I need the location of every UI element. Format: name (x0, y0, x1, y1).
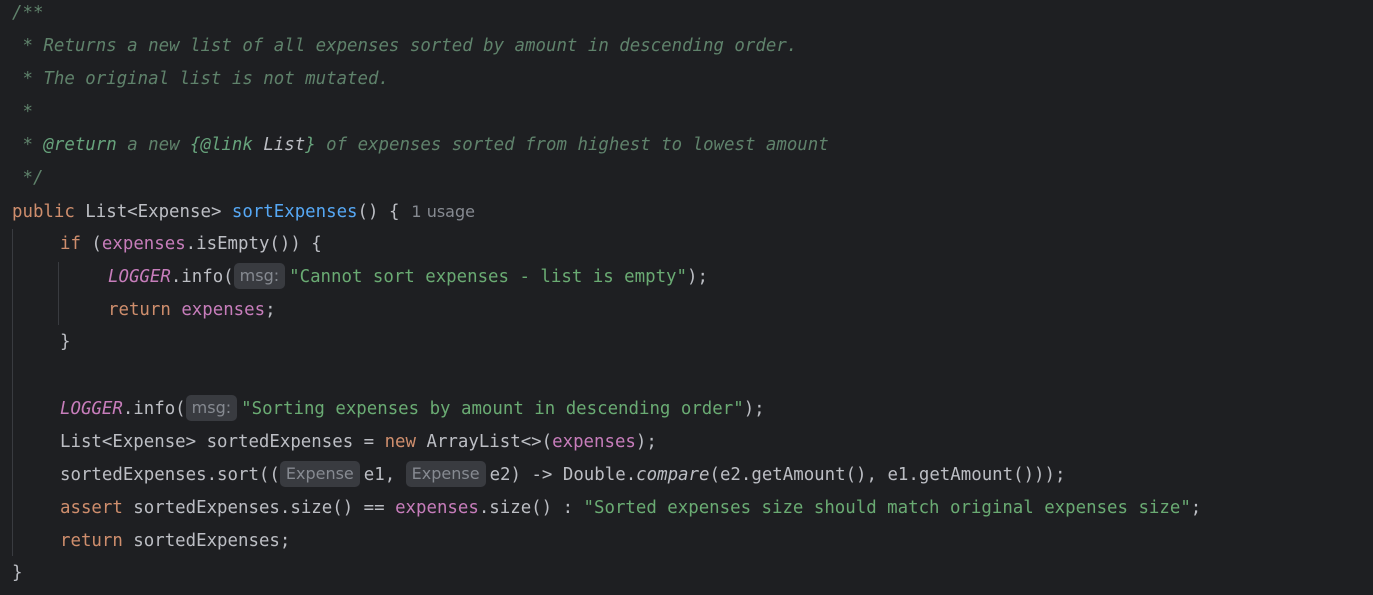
code-text: sortedExpenses.sort(( (60, 465, 280, 485)
javadoc-line: * Returns a new list of all expenses sor… (12, 36, 798, 56)
javadoc-link-open: {@link (190, 135, 264, 155)
keyword-new: new (384, 432, 416, 452)
method-close-brace: } (12, 563, 23, 583)
field-expenses[interactable]: expenses (181, 300, 265, 320)
javadoc-text: a new (116, 135, 191, 155)
param-hint-msg: msg: (185, 395, 238, 421)
type-hint-expense: Expense (279, 461, 360, 487)
javadoc-line: * The original list is not mutated. (12, 69, 389, 89)
code-text: .size() : (478, 498, 584, 518)
method-params: () { (357, 202, 400, 222)
sort-call: sortedExpenses.sort((Expense e1, Expense e… (60, 459, 1065, 492)
return-type: List<Expense> (74, 202, 232, 222)
field-expenses[interactable]: expenses (552, 432, 636, 452)
javadoc-return-line: * @return a new {@link List} of expenses… (12, 129, 829, 162)
keyword-if: if (60, 234, 81, 254)
method-compare[interactable]: compare (636, 465, 709, 485)
param-hint-msg: msg: (233, 263, 286, 289)
assert-statement: assert sortedExpenses.size() == expenses… (60, 492, 1201, 525)
javadoc-prefix: * (12, 135, 44, 155)
code-text: List<Expense> sortedExpenses = (60, 432, 385, 452)
indent-guide (58, 262, 59, 325)
code-text: ); (635, 432, 657, 452)
sorted-list-declaration: List<Expense> sortedExpenses = new Array… (60, 426, 657, 459)
method-signature: public List<Expense> sortExpenses() { 1 u… (12, 195, 475, 228)
javadoc-open: /** (12, 3, 44, 23)
keyword-assert: assert (60, 498, 123, 518)
javadoc-link-close: } (305, 135, 316, 155)
logger-sorting-call: LOGGER.info(msg: "Sorting expenses by amo… (60, 393, 765, 426)
keyword-return: return (108, 300, 171, 320)
type-hint-expense: Expense (405, 461, 486, 487)
method-name[interactable]: sortExpenses (232, 202, 358, 222)
javadoc-close: */ (12, 168, 44, 188)
javadoc-link-ref[interactable]: List (263, 135, 305, 155)
code-text: .info( (170, 267, 234, 287)
string-literal: "Cannot sort expenses - list is empty" (289, 267, 687, 287)
code-text: ; (1190, 498, 1202, 518)
code-text: ; (265, 300, 276, 320)
field-expenses[interactable]: expenses (102, 234, 186, 254)
code-text: ); (687, 267, 708, 287)
code-text: e2) -> Double. (489, 465, 637, 485)
string-literal: "Sorted expenses size should match origi… (583, 498, 1191, 518)
code-text: e1, (363, 465, 406, 485)
javadoc-return-tag: @return (43, 135, 117, 155)
return-sorted: return sortedExpenses; (60, 525, 290, 558)
keyword-return: return (60, 531, 123, 551)
javadoc-line: * (12, 102, 33, 122)
code-text: .info( (122, 399, 186, 419)
code-text: sortedExpenses; (122, 531, 291, 551)
logger-field[interactable]: LOGGER (60, 399, 123, 419)
code-editor[interactable]: /** * Returns a new list of all expenses… (0, 0, 1373, 595)
code-text: ( (80, 234, 102, 254)
code-text: ArrayList<>( (416, 432, 553, 452)
javadoc-text: of expenses sorted from highest to lowes… (315, 135, 829, 155)
if-close-brace: } (60, 332, 71, 352)
indent-guide (12, 229, 13, 556)
field-expenses[interactable]: expenses (395, 498, 479, 518)
logger-empty-call: LOGGER.info(msg: "Cannot sort expenses - … (108, 261, 708, 294)
logger-field[interactable]: LOGGER (108, 267, 171, 287)
code-text: (e2.getAmount(), e1.getAmount())); (709, 465, 1066, 485)
keyword-public: public (12, 202, 75, 222)
code-text: ); (743, 399, 765, 419)
if-statement: if (expenses.isEmpty()) { (60, 228, 322, 261)
string-literal: "Sorting expenses by amount in descendin… (241, 399, 744, 419)
code-text: sortedExpenses.size() == (122, 498, 396, 518)
usage-hint[interactable]: 1 usage (411, 202, 475, 221)
return-expenses: return expenses; (108, 294, 276, 327)
code-text: .isEmpty()) { (185, 234, 322, 254)
